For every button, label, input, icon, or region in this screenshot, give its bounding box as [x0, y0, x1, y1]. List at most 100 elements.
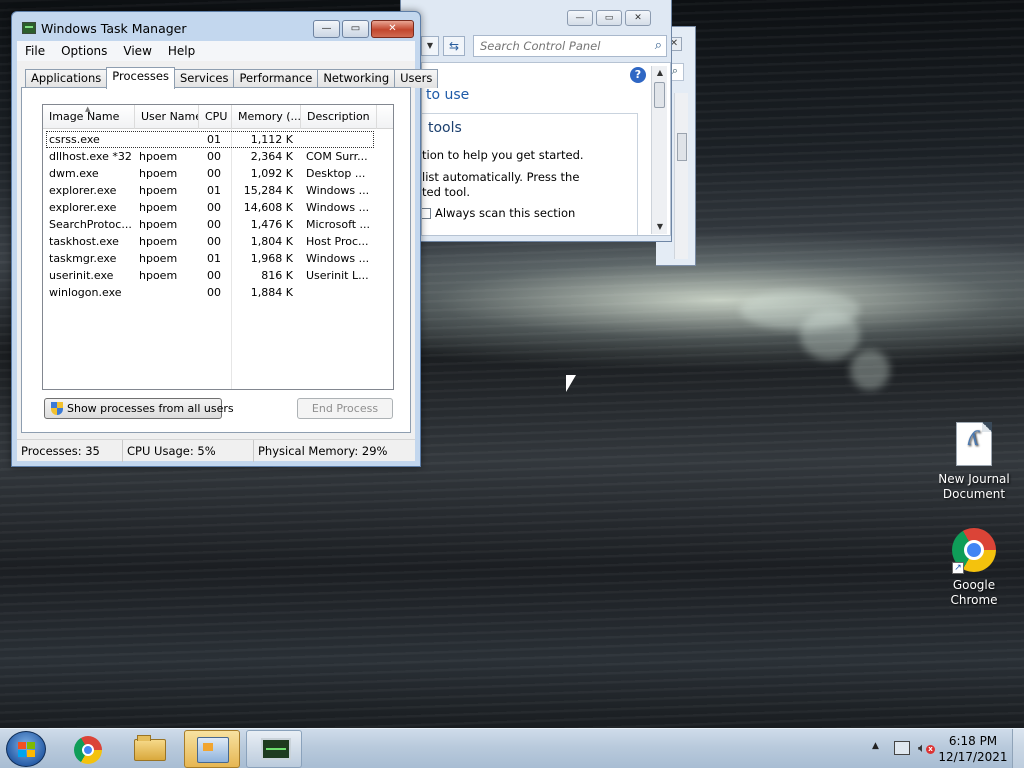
taskbar-explorer-button[interactable] [122, 730, 178, 768]
column-header-description[interactable]: Description [301, 105, 377, 129]
search-box[interactable]: ⌕ [473, 35, 667, 57]
scrollbar-thumb[interactable] [677, 133, 687, 161]
process-name: userinit.exe [49, 269, 114, 282]
table-row[interactable]: explorer.exe hpoem 00 14,608 K Windows .… [43, 199, 393, 216]
menu-options[interactable]: Options [61, 44, 107, 58]
task-manager-icon [261, 738, 291, 760]
clock-time: 6:18 PM [948, 734, 998, 748]
checkbox-box[interactable] [422, 207, 431, 219]
control-panel-content: ? to use tools tion to help you get star… [421, 62, 671, 236]
table-row[interactable]: explorer.exe hpoem 01 15,284 K Windows .… [43, 182, 393, 199]
shortcut-arrow-icon: ↗ [952, 562, 964, 574]
icon-label: Chrome [950, 593, 998, 607]
title-bar[interactable]: Windows Task Manager — ▭ ✕ [12, 12, 420, 42]
help-icon[interactable]: ? [630, 67, 646, 83]
maximize-button[interactable]: ▭ [596, 10, 622, 26]
windows-logo-icon [18, 742, 36, 758]
list-header: ▲ Image Name User Name CPU Memory (... De… [43, 105, 393, 129]
process-list[interactable]: ▲ Image Name User Name CPU Memory (... De… [42, 104, 394, 390]
refresh-button[interactable]: ⇆ [443, 36, 465, 56]
status-physical-memory: Physical Memory: 29% [258, 444, 388, 458]
process-memory: 14,608 K [243, 201, 293, 214]
search-input[interactable] [480, 38, 640, 54]
status-bar: Processes: 35 CPU Usage: 5% Physical Mem… [17, 439, 415, 462]
process-name: winlogon.exe [49, 286, 122, 299]
taskbar-control-panel-button[interactable] [184, 730, 240, 768]
tab-applications[interactable]: Applications [25, 69, 108, 88]
process-description: COM Surr... [306, 150, 368, 163]
table-row[interactable]: SearchProtoc... hpoem 00 1,476 K Microso… [43, 216, 393, 233]
task-manager-client: Applications Processes Services Performa… [17, 61, 439, 462]
tab-strip: Applications Processes Services Performa… [25, 67, 439, 89]
process-name: SearchProtoc... [49, 218, 132, 231]
minimize-button[interactable]: — [313, 20, 340, 38]
chrome-icon: ↗ [952, 528, 996, 574]
process-name: taskmgr.exe [49, 252, 117, 265]
process-description: Desktop ... [306, 167, 366, 180]
table-row[interactable]: taskmgr.exe hpoem 01 1,968 K Windows ... [43, 250, 393, 267]
desktop-icon-google-chrome[interactable]: ↗ Google Chrome [934, 528, 1014, 608]
process-memory: 1,112 K [250, 133, 293, 146]
close-button[interactable]: ✕ [371, 20, 414, 38]
tab-users[interactable]: Users [394, 69, 439, 88]
table-row[interactable]: dwm.exe hpoem 00 1,092 K Desktop ... [43, 165, 393, 182]
process-cpu: 01 [207, 184, 221, 197]
desktop-icon-new-journal-document[interactable]: ʎ New Journal Document [934, 422, 1014, 502]
button-label: Show processes from all users [67, 402, 234, 415]
menu-file[interactable]: File [25, 44, 45, 58]
process-memory: 1,884 K [250, 286, 293, 299]
search-icon[interactable]: ⌕ [655, 38, 662, 53]
scrollbar[interactable] [674, 93, 688, 259]
start-button[interactable] [6, 731, 46, 767]
scroll-down-icon[interactable]: ▼ [652, 220, 668, 234]
column-header-user-name[interactable]: User Name [135, 105, 199, 129]
icon-label: Document [942, 487, 1006, 501]
clock[interactable]: 6:18 PM 12/17/2021 [938, 733, 1008, 765]
task-manager-window[interactable]: Windows Task Manager — ▭ ✕ File Options … [11, 11, 439, 467]
table-row[interactable]: userinit.exe hpoem 00 816 K Userinit L..… [43, 267, 393, 284]
scrollbar-thumb[interactable] [654, 82, 665, 108]
tab-performance[interactable]: Performance [233, 69, 319, 88]
address-dropdown-button[interactable]: ▼ [421, 36, 439, 56]
taskbar: ▲ 🔈︎ x 6:18 PM 12/17/2021 [0, 728, 1024, 768]
column-header-cpu[interactable]: CPU [199, 105, 232, 129]
maximize-button[interactable]: ▭ [342, 20, 369, 38]
show-desktop-button[interactable] [1012, 729, 1024, 768]
checkbox-label[interactable]: Always scan this section [435, 206, 575, 220]
vertical-scrollbar[interactable]: ▲ ▼ [651, 66, 667, 234]
taskbar-chrome-button[interactable] [60, 730, 116, 768]
column-header-memory[interactable]: Memory (... [232, 105, 301, 129]
close-button[interactable]: ✕ [625, 10, 651, 26]
process-name: explorer.exe [49, 184, 117, 197]
process-cpu: 01 [207, 133, 221, 146]
volume-muted-icon[interactable]: 🔈︎ x [918, 741, 935, 756]
table-row[interactable]: winlogon.exe 00 1,884 K [43, 284, 393, 301]
network-icon[interactable] [894, 741, 910, 755]
menu-help[interactable]: Help [168, 44, 195, 58]
control-panel-window[interactable]: — ▭ ✕ ▼ ⇆ ⌕ ? to use tools tion to help … [400, 0, 672, 242]
tab-processes[interactable]: Processes [106, 67, 175, 89]
process-name: dllhost.exe *32 [49, 150, 132, 163]
process-description: Userinit L... [306, 269, 369, 282]
page-heading[interactable]: to use [426, 87, 469, 103]
menu-view[interactable]: View [123, 44, 151, 58]
process-user: hpoem [139, 184, 178, 197]
tab-services[interactable]: Services [173, 69, 235, 88]
process-description: Windows ... [306, 252, 370, 265]
end-process-button[interactable]: End Process [297, 398, 393, 419]
show-all-processes-button[interactable]: Show processes from all users [44, 398, 234, 419]
minimize-button[interactable]: — [567, 10, 593, 26]
table-row[interactable]: taskhost.exe hpoem 00 1,804 K Host Proc.… [43, 233, 393, 250]
process-cpu: 00 [207, 218, 221, 231]
column-header-image-name[interactable]: ▲ Image Name [43, 105, 135, 129]
always-scan-checkbox[interactable]: Always scan this section [422, 206, 575, 220]
scroll-up-icon[interactable]: ▲ [652, 66, 668, 80]
tab-networking[interactable]: Networking [317, 69, 396, 88]
taskbar-task-manager-button[interactable] [246, 730, 302, 768]
table-row[interactable]: csrss.exe 01 1,112 K [46, 131, 374, 148]
process-name: taskhost.exe [49, 235, 119, 248]
process-memory: 1,804 K [250, 235, 293, 248]
show-hidden-icons-icon[interactable]: ▲ [872, 741, 879, 751]
table-row[interactable]: dllhost.exe *32 hpoem 00 2,364 K COM Sur… [43, 148, 393, 165]
process-cpu: 00 [207, 201, 221, 214]
